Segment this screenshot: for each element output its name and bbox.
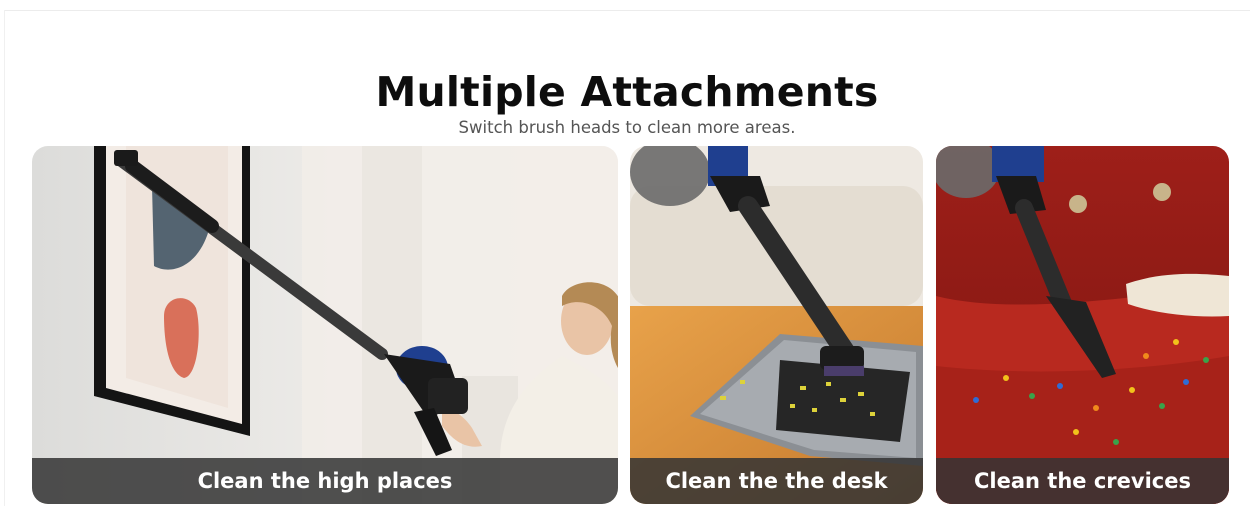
section-title: Multiple Attachments bbox=[375, 68, 879, 116]
caption-bar: Clean the the desk bbox=[630, 458, 923, 504]
caption-bar: Clean the high places bbox=[32, 458, 618, 504]
feature-card-high-places: Clean the high places bbox=[32, 146, 618, 504]
high-places-photo bbox=[32, 146, 618, 504]
caption-desk: Clean the the desk bbox=[665, 469, 888, 493]
desk-photo bbox=[630, 146, 923, 504]
caption-bar: Clean the crevices bbox=[936, 458, 1229, 504]
section-subtitle: Switch brush heads to clean more areas. bbox=[458, 118, 796, 137]
crevices-photo bbox=[936, 146, 1229, 504]
feature-card-crevices: Clean the crevices bbox=[936, 146, 1229, 504]
caption-high-places: Clean the high places bbox=[197, 469, 453, 493]
caption-crevices: Clean the crevices bbox=[974, 469, 1191, 493]
top-border bbox=[4, 10, 1250, 11]
feature-card-desk: Clean the the desk bbox=[630, 146, 923, 504]
